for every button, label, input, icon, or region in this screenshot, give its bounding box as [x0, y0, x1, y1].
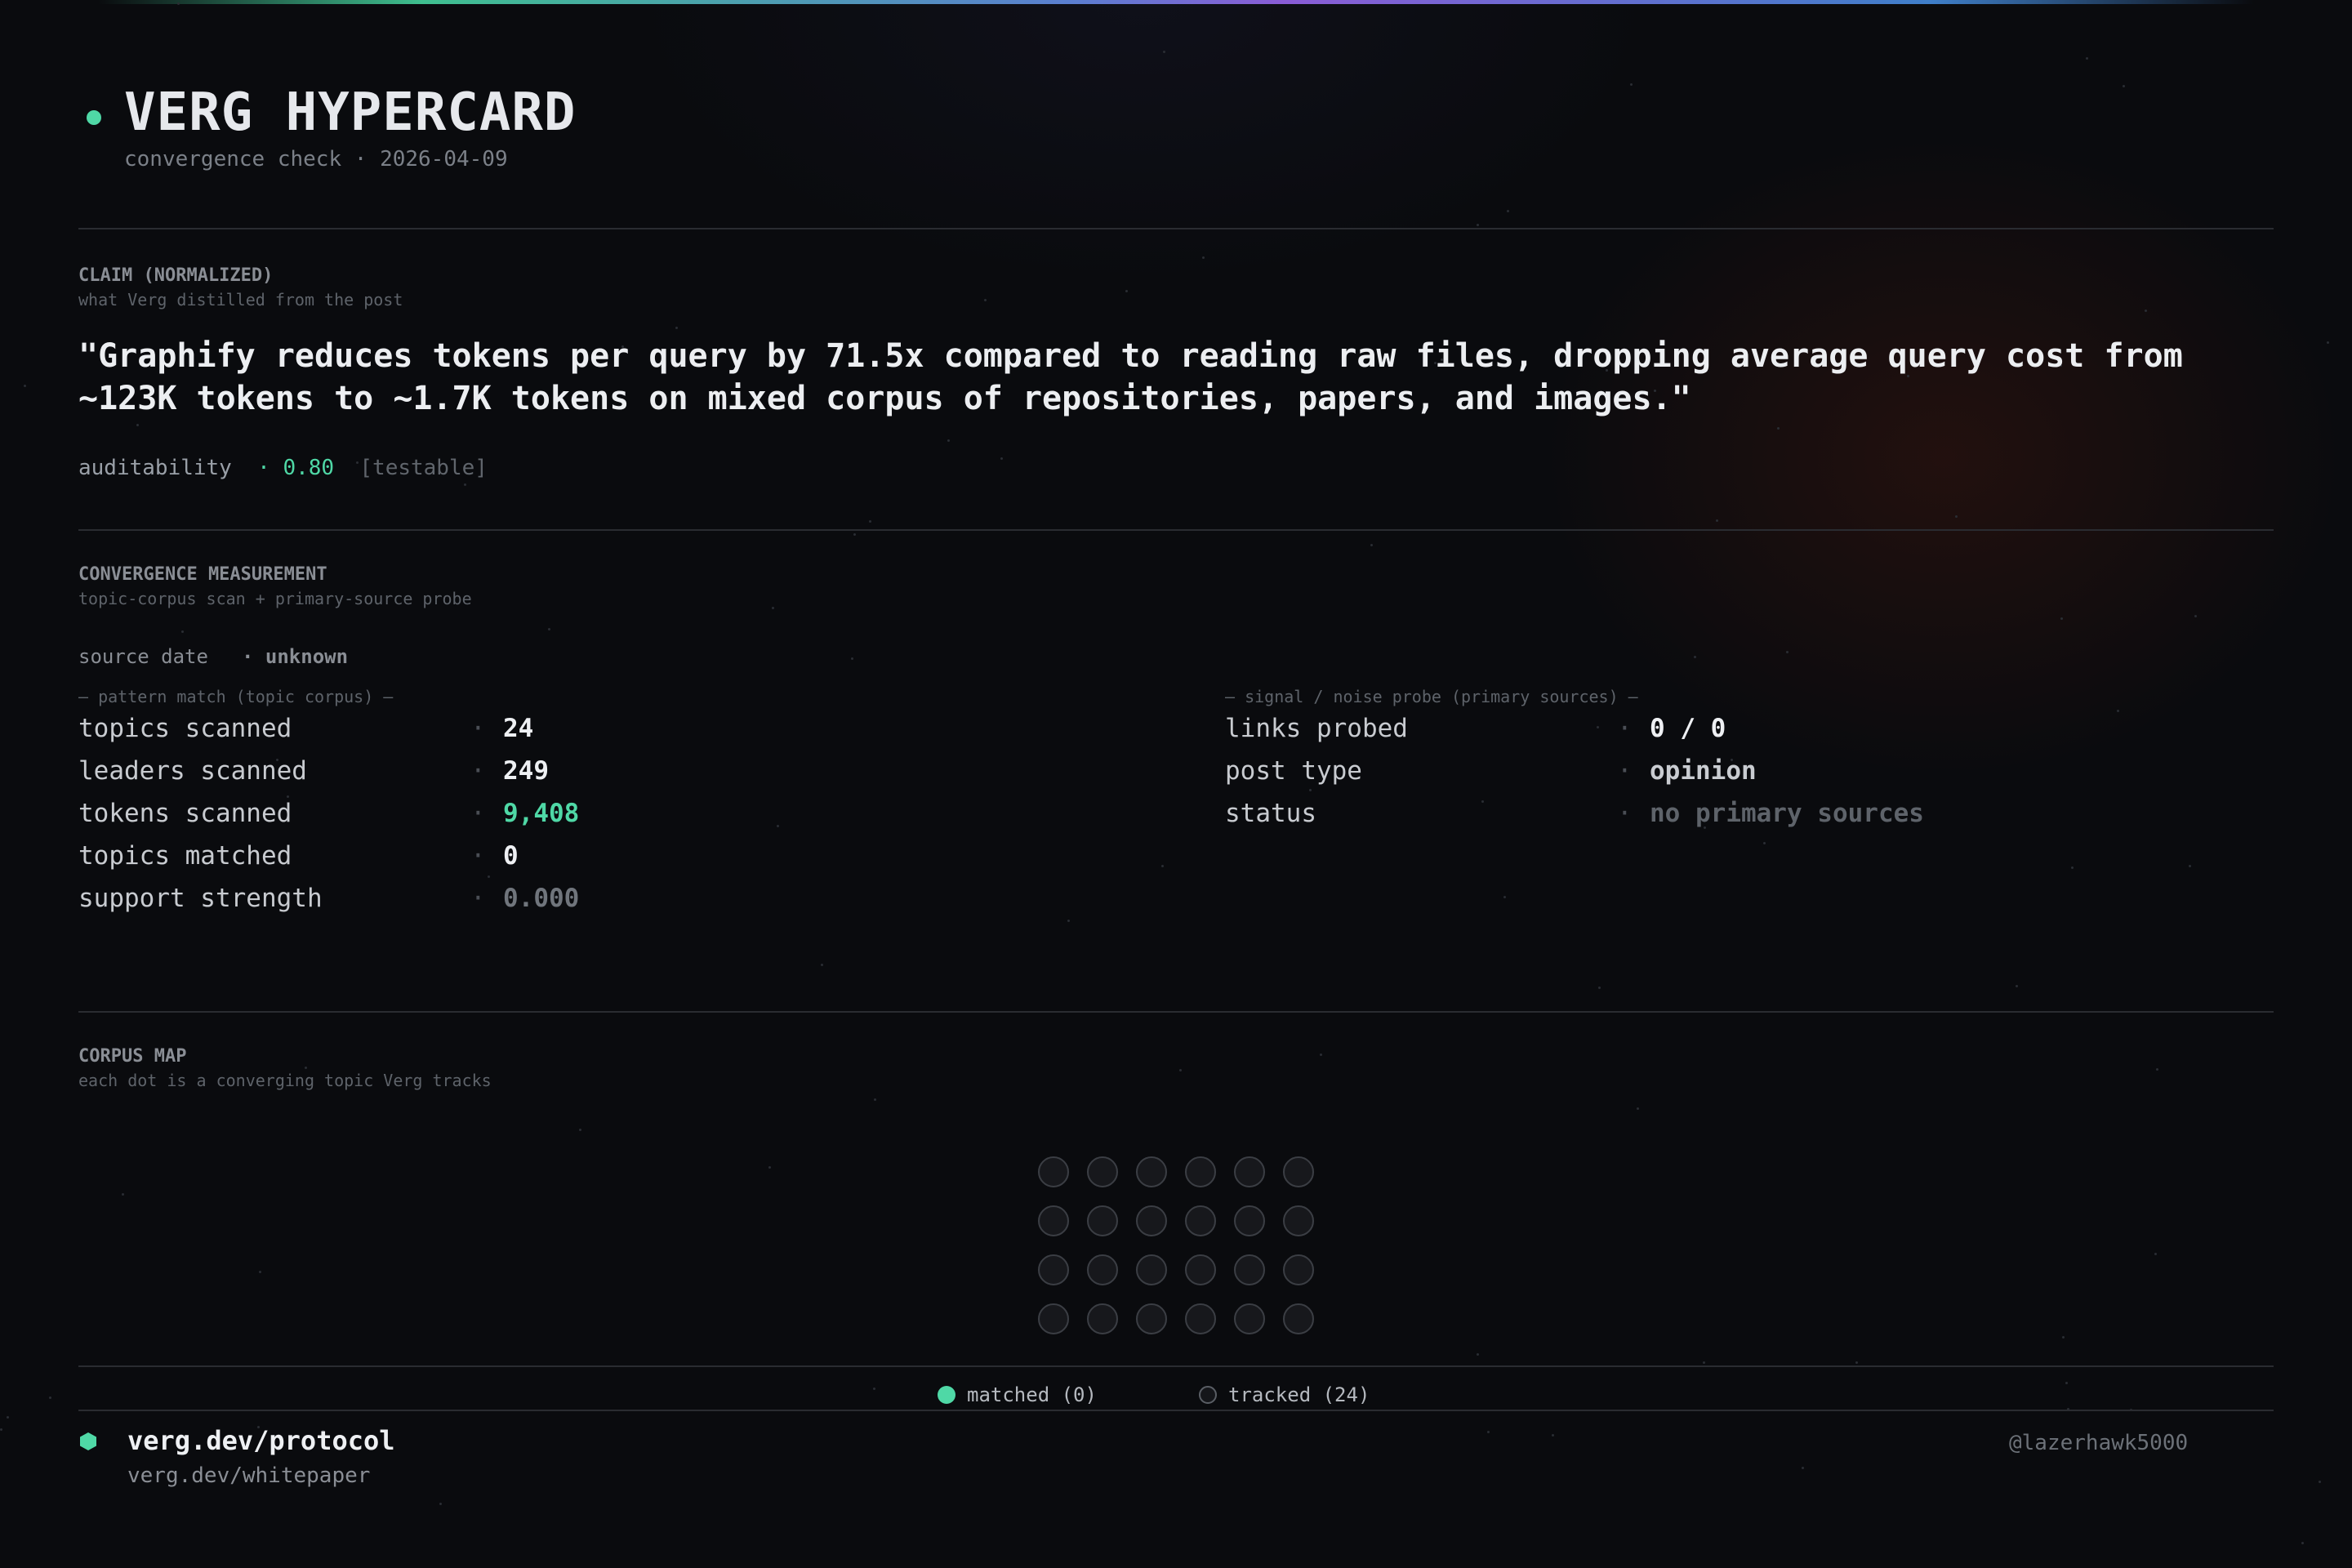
corpus-topic-dot — [1087, 1254, 1118, 1285]
corpus-map-section-label: CORPUS MAP — [78, 1046, 187, 1067]
metric-value: 0.000 — [503, 884, 580, 913]
corpus-topic-dot — [1234, 1156, 1265, 1187]
corpus-topic-dot — [1283, 1254, 1314, 1285]
corpus-topic-dot — [1283, 1205, 1314, 1236]
corpus-map-section-sublabel: each dot is a converging topic Verg trac… — [78, 1071, 492, 1090]
metric-separator: · — [470, 841, 486, 871]
pattern-match-group-label: — pattern match (topic corpus) — — [78, 687, 394, 706]
protocol-link[interactable]: verg.dev/protocol — [127, 1424, 395, 1457]
whitepaper-link[interactable]: verg.dev/whitepaper — [127, 1462, 370, 1490]
metric-separator: · — [470, 799, 486, 828]
divider — [78, 529, 2274, 531]
auditability-value: · 0.80 — [257, 456, 335, 480]
corpus-topic-dot — [1185, 1303, 1216, 1334]
metric-label: support strength — [78, 884, 323, 913]
divider — [78, 1410, 2274, 1411]
corpus-topic-dot — [1136, 1156, 1167, 1187]
corpus-topic-dot — [1234, 1254, 1265, 1285]
metric-separator: · — [1617, 799, 1633, 828]
corpus-topic-dot — [1087, 1205, 1118, 1236]
convergence-section-sublabel: topic-corpus scan + primary-source probe — [78, 589, 472, 608]
tracked-legend-icon — [1199, 1386, 1217, 1404]
corpus-topic-dot — [1038, 1156, 1069, 1187]
metric-value: 0 / 0 — [1650, 714, 1726, 743]
metric-label: topics matched — [78, 841, 292, 871]
metric-label: topics scanned — [78, 714, 292, 743]
star-field — [0, 0, 2352, 1568]
metric-value: 9,408 — [503, 799, 580, 828]
corpus-topic-dot — [1283, 1156, 1314, 1187]
claim-section-sublabel: what Verg distilled from the post — [78, 290, 403, 310]
convergence-section-label: CONVERGENCE MEASUREMENT — [78, 564, 327, 585]
metric-label: post type — [1225, 756, 1362, 786]
corpus-topic-dot — [1185, 1205, 1216, 1236]
metric-separator: · — [470, 714, 486, 743]
metric-separator: · — [470, 756, 486, 786]
legend-matched-label: matched (0) — [967, 1383, 1097, 1406]
claim-section-label: CLAIM (NORMALIZED) — [78, 265, 274, 286]
divider — [78, 1365, 2274, 1367]
corpus-topic-dot — [1038, 1303, 1069, 1334]
corpus-topic-dot — [1234, 1205, 1265, 1236]
source-date-label: source date — [78, 645, 208, 668]
corpus-topic-dot — [1038, 1254, 1069, 1285]
corpus-topic-dot — [1136, 1205, 1167, 1236]
metric-label: tokens scanned — [78, 799, 292, 828]
corpus-topic-dot — [1185, 1254, 1216, 1285]
source-date-value: · unknown — [242, 645, 349, 668]
auditability-tag: [testable] — [359, 456, 488, 480]
metric-separator: · — [1617, 756, 1633, 786]
divider — [78, 1011, 2274, 1013]
corpus-topic-dot — [1087, 1156, 1118, 1187]
metric-label: links probed — [1225, 714, 1408, 743]
metric-separator: · — [1617, 714, 1633, 743]
metric-value: opinion — [1650, 756, 1757, 786]
corpus-topic-dot — [1136, 1254, 1167, 1285]
corpus-topic-dot — [1087, 1303, 1118, 1334]
page-subtitle: convergence check · 2026-04-09 — [124, 147, 508, 172]
metric-value: 0 — [503, 841, 519, 871]
author-handle: @lazerhawk5000 — [2009, 1431, 2189, 1455]
auditability-row: auditability · 0.80 [testable] — [78, 454, 488, 482]
metric-value: no primary sources — [1650, 799, 1924, 828]
signal-noise-group-label: — signal / noise probe (primary sources)… — [1225, 687, 1638, 706]
corpus-topic-dot — [1234, 1303, 1265, 1334]
metric-separator: · — [470, 884, 486, 913]
metric-label: status — [1225, 799, 1316, 828]
corpus-topic-dot — [1136, 1303, 1167, 1334]
auditability-label: auditability — [78, 456, 232, 480]
status-dot-icon — [87, 110, 101, 125]
claim-text: "Graphify reduces tokens per query by 71… — [78, 337, 2183, 417]
page-title: VERG HYPERCARD — [124, 82, 577, 143]
matched-legend-icon — [938, 1386, 956, 1404]
metric-value: 249 — [503, 756, 549, 786]
corpus-topic-dot — [1185, 1156, 1216, 1187]
divider — [78, 228, 2274, 229]
metric-value: 24 — [503, 714, 534, 743]
legend-tracked-label: tracked (24) — [1228, 1383, 1370, 1406]
corpus-topic-dot — [1038, 1205, 1069, 1236]
metric-label: leaders scanned — [78, 756, 307, 786]
corpus-topic-dot — [1283, 1303, 1314, 1334]
